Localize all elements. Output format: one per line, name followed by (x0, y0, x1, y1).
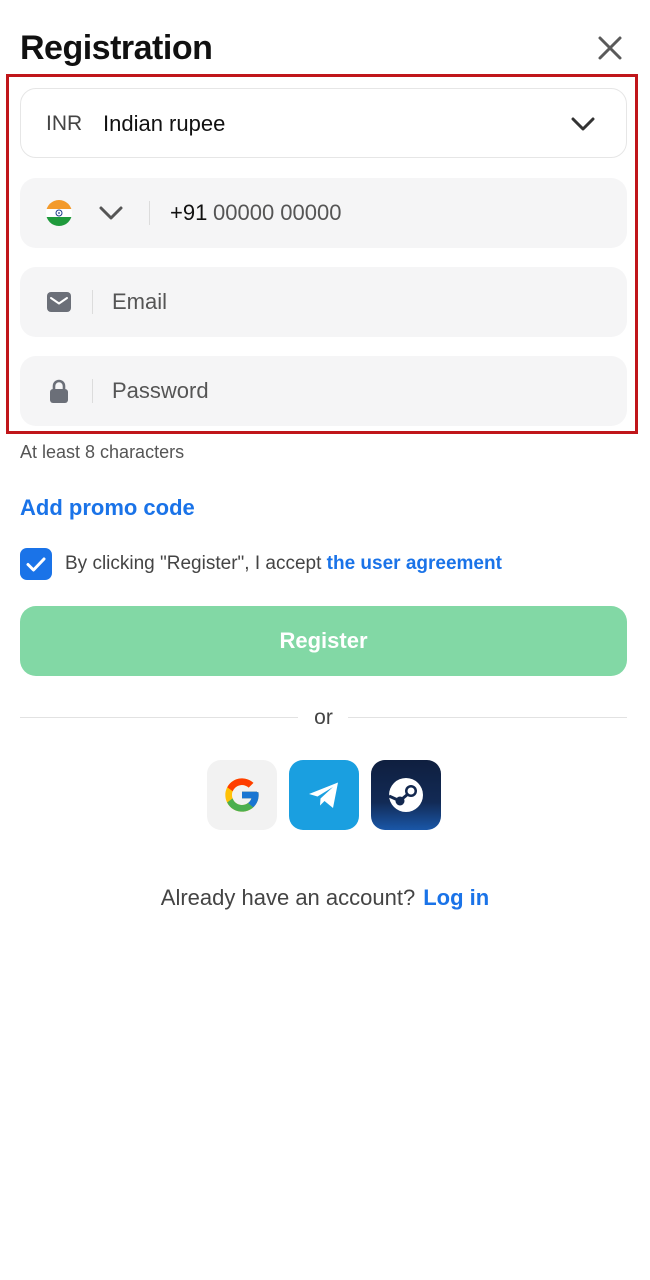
email-input[interactable] (112, 267, 592, 337)
currency-name: Indian rupee (103, 111, 226, 136)
telegram-login-button[interactable] (289, 760, 359, 830)
agreement-row: By clicking "Register", I accept the use… (20, 548, 640, 580)
or-text: or (314, 706, 333, 729)
currency-code: INR (46, 112, 83, 135)
agreement-checkbox[interactable] (20, 548, 52, 580)
password-hint: At least 8 characters (20, 442, 185, 462)
divider (149, 201, 150, 225)
divider-line-left (20, 717, 298, 718)
phone-input[interactable] (213, 178, 593, 248)
steam-login-button[interactable] (371, 760, 441, 830)
google-icon (225, 778, 259, 812)
password-input[interactable] (112, 356, 592, 426)
telegram-icon (309, 782, 338, 808)
agreement-label: By clicking "Register", I accept (65, 553, 327, 574)
close-icon (598, 36, 622, 60)
or-divider: or (20, 704, 627, 732)
country-chevron-down-icon[interactable] (97, 199, 125, 227)
login-link[interactable]: Log in (423, 885, 489, 910)
register-button[interactable]: Register (20, 606, 627, 676)
phone-field: +91 (20, 178, 627, 248)
currency-select[interactable]: INR Indian rupee (20, 88, 627, 158)
header: Registration (20, 24, 630, 72)
google-login-button[interactable] (207, 760, 277, 830)
phone-country-code: +91 (170, 200, 208, 225)
login-row: Already have an account? Log in (0, 882, 650, 914)
mail-icon (47, 292, 71, 312)
email-field (20, 267, 627, 337)
steam-icon (388, 778, 423, 812)
page-title: Registration (20, 29, 213, 67)
close-button[interactable] (594, 32, 626, 64)
agreement-text: By clicking "Register", I accept the use… (65, 548, 502, 580)
password-field (20, 356, 627, 426)
lock-icon (50, 379, 68, 403)
divider (92, 379, 93, 403)
user-agreement-link[interactable]: the user agreement (327, 553, 502, 574)
divider-line-right (348, 717, 627, 718)
login-prompt: Already have an account? (160, 885, 416, 910)
chevron-down-icon (571, 117, 595, 131)
india-flag-icon[interactable] (46, 200, 72, 226)
add-promo-code-link[interactable]: Add promo code (20, 494, 195, 522)
divider (92, 290, 93, 314)
check-icon (26, 557, 46, 572)
